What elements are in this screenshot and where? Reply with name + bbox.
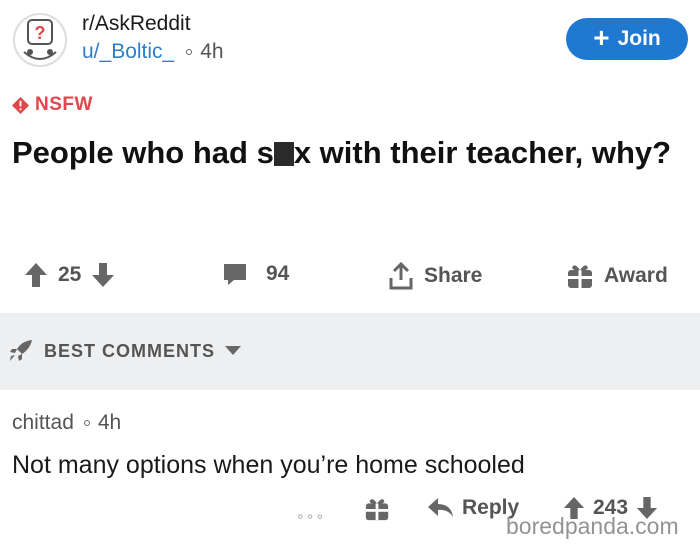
- title-part-2: x with their teacher, why?: [293, 135, 672, 170]
- post-card: ? r/AskReddit u/_Boltic_ 4h + Join NSFW …: [0, 0, 700, 313]
- chevron-down-icon: [225, 346, 242, 355]
- subreddit-avatar-icon[interactable]: ?: [12, 12, 68, 68]
- censor-block: [273, 142, 294, 166]
- comment-icon: [224, 264, 246, 285]
- sort-label: BEST COMMENTS: [44, 340, 216, 361]
- subreddit-name[interactable]: r/AskReddit: [82, 12, 191, 36]
- rocket-icon: [10, 340, 32, 361]
- separator-dot: [83, 420, 90, 426]
- award-button[interactable]: Award: [566, 262, 668, 290]
- join-button[interactable]: + Join: [566, 18, 688, 60]
- plus-icon: +: [593, 21, 610, 53]
- more-icon[interactable]: ∘∘∘: [296, 508, 325, 525]
- nsfw-icon: [12, 96, 29, 114]
- vote-control: 25: [24, 262, 115, 288]
- share-icon: [389, 262, 413, 290]
- separator-dot: [186, 49, 193, 55]
- downvote-icon[interactable]: [91, 262, 115, 288]
- upvote-icon[interactable]: [24, 262, 48, 288]
- award-label: Award: [604, 264, 668, 287]
- comment-award-button[interactable]: [364, 496, 390, 522]
- nsfw-badge: NSFW: [12, 94, 93, 116]
- comment-body: Not many options when you’re home school…: [12, 451, 525, 479]
- post-meta: u/_Boltic_ 4h: [82, 40, 224, 64]
- post-time: 4h: [200, 40, 224, 63]
- comment-count: 94: [266, 262, 290, 285]
- comment-time: 4h: [97, 411, 122, 434]
- post-title[interactable]: People who had s x with their teacher, wh…: [12, 134, 692, 171]
- svg-text:?: ?: [35, 23, 46, 43]
- upvote-count: 25: [58, 263, 82, 286]
- comments-button[interactable]: 94: [222, 262, 289, 286]
- watermark: boredpanda.com: [506, 513, 679, 539]
- reply-icon: [428, 498, 453, 517]
- sort-dropdown[interactable]: BEST COMMENTS: [8, 339, 242, 363]
- title-part-1: People who had s: [12, 135, 274, 170]
- share-label: Share: [424, 264, 483, 287]
- comment-meta: chittad 4h: [12, 411, 121, 435]
- nsfw-label: NSFW: [35, 94, 93, 115]
- share-button[interactable]: Share: [388, 262, 482, 290]
- comment-author[interactable]: chittad: [12, 411, 74, 435]
- post-author[interactable]: u/_Boltic_: [82, 40, 174, 64]
- award-icon: [365, 499, 389, 521]
- join-label: Join: [617, 27, 661, 50]
- award-icon: [568, 265, 592, 288]
